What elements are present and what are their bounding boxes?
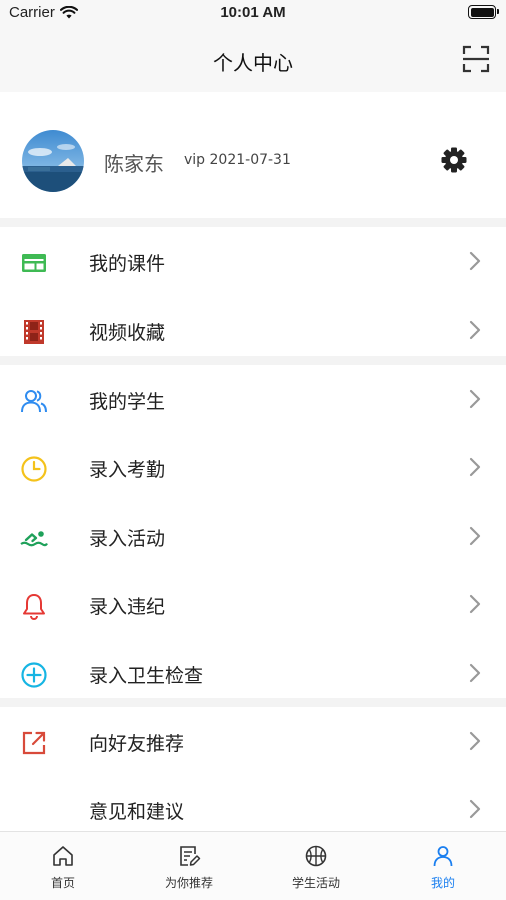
screen: Carrier 10:01 AM 个人中心 陈家东 vip 2021-07-31… bbox=[0, 0, 506, 900]
film-icon bbox=[24, 320, 44, 344]
basketball-icon bbox=[305, 845, 327, 867]
scan-icon[interactable] bbox=[462, 45, 490, 73]
avatar[interactable] bbox=[22, 130, 84, 192]
home-icon bbox=[53, 846, 73, 866]
status-time: 10:01 AM bbox=[220, 4, 286, 21]
chevron-right-icon bbox=[469, 594, 481, 614]
menu-label: 我的课件 bbox=[89, 253, 166, 275]
profile-header[interactable]: 陈家东 vip 2021-07-31 bbox=[0, 92, 506, 218]
tab-label: 我的 bbox=[430, 876, 455, 890]
menu-item-record-hygiene[interactable]: 录入卫生检查 bbox=[0, 639, 506, 707]
menu-label: 意见和建议 bbox=[89, 801, 185, 823]
plus-circle-icon bbox=[21, 662, 47, 688]
chevron-right-icon bbox=[469, 663, 481, 683]
edit-icon bbox=[180, 846, 201, 866]
menu-label: 视频收藏 bbox=[89, 322, 166, 344]
share-icon bbox=[22, 731, 46, 755]
menu-item-my-courseware[interactable]: 我的课件 bbox=[0, 227, 506, 295]
menu-label: 录入考勤 bbox=[89, 459, 166, 481]
courseware-icon bbox=[22, 254, 46, 272]
vip-expiry: vip 2021-07-31 bbox=[184, 152, 291, 168]
menu-label: 录入违纪 bbox=[89, 596, 166, 618]
tab-student-activities[interactable]: 学生活动 bbox=[253, 832, 379, 900]
menu-item-record-activity[interactable]: 录入活动 bbox=[0, 502, 506, 570]
bell-icon bbox=[23, 594, 45, 620]
user-icon bbox=[433, 846, 453, 867]
tab-mine[interactable]: 我的 bbox=[380, 832, 506, 900]
clock-icon bbox=[21, 456, 47, 482]
section-divider bbox=[0, 356, 506, 365]
menu-item-recommend-friends[interactable]: 向好友推荐 bbox=[0, 707, 506, 775]
section-divider bbox=[0, 218, 506, 227]
gear-icon[interactable] bbox=[440, 146, 468, 174]
chevron-right-icon bbox=[469, 731, 481, 751]
tab-label: 首页 bbox=[50, 876, 75, 890]
chevron-right-icon bbox=[469, 320, 481, 340]
tab-label: 学生活动 bbox=[291, 876, 340, 890]
chevron-right-icon bbox=[469, 251, 481, 271]
swimmer-icon bbox=[20, 531, 48, 547]
menu-item-record-violation[interactable]: 录入违纪 bbox=[0, 570, 506, 638]
tab-label: 为你推荐 bbox=[164, 876, 213, 890]
tab-bar: 首页 为你推荐 学生活动 我的 bbox=[0, 831, 506, 900]
tab-recommend[interactable]: 为你推荐 bbox=[126, 832, 252, 900]
tab-home[interactable]: 首页 bbox=[0, 832, 126, 900]
users-icon bbox=[21, 390, 47, 413]
nav-bar: 个人中心 bbox=[0, 26, 506, 92]
menu-item-record-attendance[interactable]: 录入考勤 bbox=[0, 433, 506, 501]
menu-item-my-students[interactable]: 我的学生 bbox=[0, 365, 506, 433]
battery-icon bbox=[468, 5, 499, 19]
chevron-right-icon bbox=[469, 457, 481, 477]
chevron-right-icon bbox=[469, 799, 481, 819]
chevron-right-icon bbox=[469, 389, 481, 409]
menu-label: 向好友推荐 bbox=[89, 733, 185, 755]
page-title: 个人中心 bbox=[213, 51, 293, 75]
menu-label: 录入活动 bbox=[89, 528, 166, 550]
menu-label: 录入卫生检查 bbox=[89, 665, 204, 687]
chevron-right-icon bbox=[469, 526, 481, 546]
menu-item-video-favorites[interactable]: 视频收藏 bbox=[0, 296, 506, 364]
section-divider bbox=[0, 698, 506, 707]
user-name: 陈家东 bbox=[104, 152, 164, 176]
status-bar: Carrier 10:01 AM bbox=[0, 0, 506, 26]
menu-label: 我的学生 bbox=[89, 391, 166, 413]
